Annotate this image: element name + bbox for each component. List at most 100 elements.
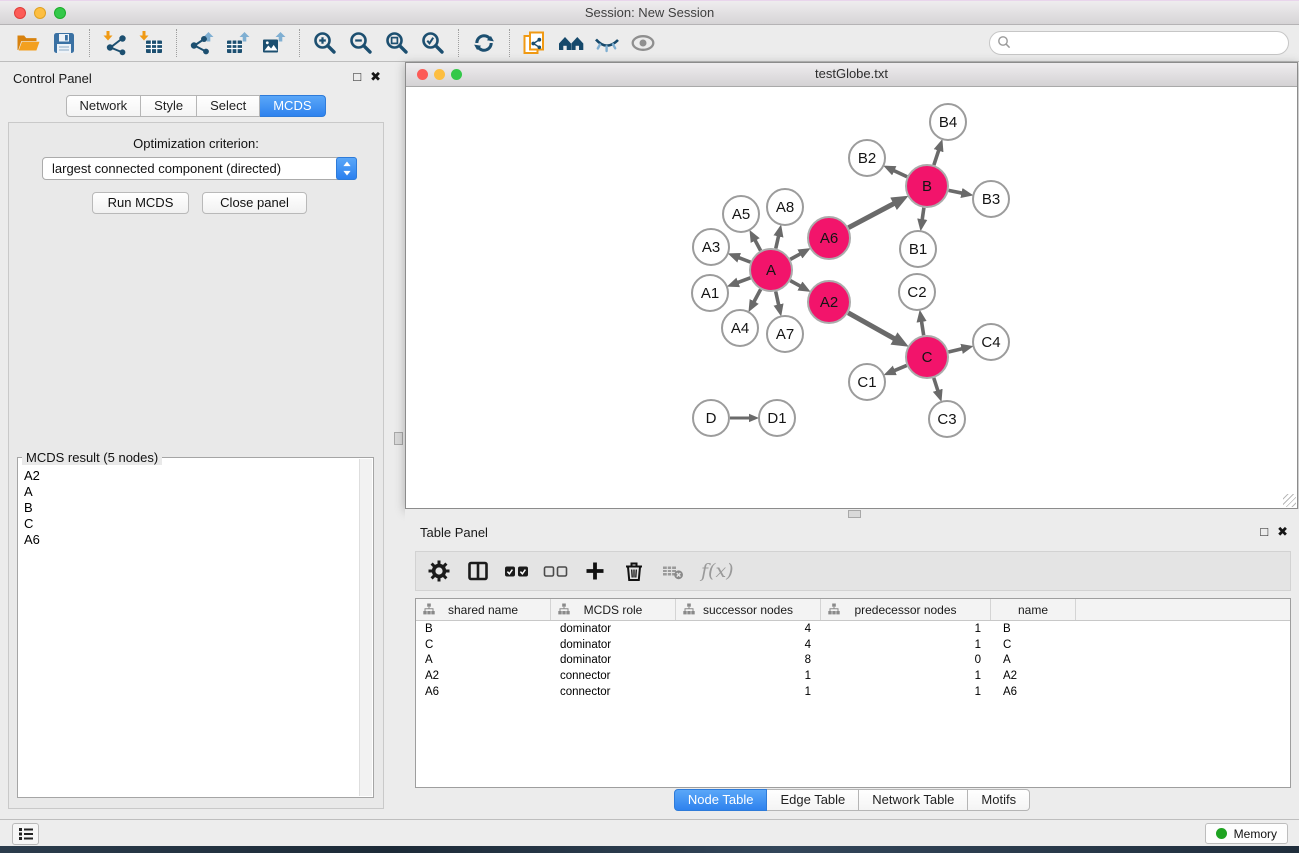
graph-edge-A-A8[interactable] xyxy=(776,235,779,248)
divider-handle[interactable] xyxy=(394,432,403,445)
import-table-button[interactable] xyxy=(133,28,169,58)
zoom-view-icon[interactable] xyxy=(451,69,462,80)
close-window-icon[interactable] xyxy=(14,7,26,19)
select-all-columns-button[interactable] xyxy=(502,556,532,586)
float-panel-icon[interactable]: □ xyxy=(1260,524,1268,539)
float-panel-icon[interactable]: □ xyxy=(353,69,361,84)
graph-node-A1[interactable]: A1 xyxy=(692,275,728,311)
minimize-view-icon[interactable] xyxy=(434,69,445,80)
create-column-button[interactable] xyxy=(580,556,610,586)
tab-mcds[interactable]: MCDS xyxy=(260,95,325,117)
graph-edge-C-C2[interactable] xyxy=(921,321,923,335)
graph-edge-A-A1[interactable] xyxy=(737,278,750,283)
network-canvas[interactable]: B4B2BB3B1C2A5A8A6A3AA1A2A4A7CC4C1C3DD1 xyxy=(406,87,1297,508)
graph-node-C2[interactable]: C2 xyxy=(899,274,935,310)
vertical-split-divider[interactable] xyxy=(391,62,405,819)
graph-node-A2[interactable]: A2 xyxy=(808,281,850,323)
duplicate-network-button[interactable] xyxy=(517,28,553,58)
combo-stepper-icon[interactable] xyxy=(336,157,357,180)
minimize-window-icon[interactable] xyxy=(34,7,46,19)
graph-node-C[interactable]: C xyxy=(906,336,948,378)
run-mcds-button[interactable]: Run MCDS xyxy=(92,192,189,214)
graph-edge-C-C4[interactable] xyxy=(948,349,962,352)
export-table-button[interactable] xyxy=(220,28,256,58)
result-item[interactable]: A2 xyxy=(22,468,357,484)
result-item[interactable]: A6 xyxy=(22,532,357,548)
graph-node-A3[interactable]: A3 xyxy=(693,229,729,265)
close-panel-icon[interactable]: ✖ xyxy=(1277,524,1288,539)
zoom-out-button[interactable] xyxy=(343,28,379,58)
graph-edge-C-C1[interactable] xyxy=(894,365,907,370)
criterion-select[interactable]: largest connected component (directed) xyxy=(42,157,357,180)
tab-network-table[interactable]: Network Table xyxy=(859,789,968,811)
table-row[interactable]: A2connector11A2 xyxy=(416,668,1290,684)
graph-node-C4[interactable]: C4 xyxy=(973,324,1009,360)
graph-edge-B-B2[interactable] xyxy=(893,170,907,176)
tab-node-table[interactable]: Node Table xyxy=(674,789,768,811)
horizontal-split-divider[interactable] xyxy=(405,509,1299,518)
graph-node-A[interactable]: A xyxy=(750,249,792,291)
result-scrollbar[interactable] xyxy=(359,459,372,796)
graph-edge-A-A3[interactable] xyxy=(738,257,750,262)
network-graph[interactable]: B4B2BB3B1C2A5A8A6A3AA1A2A4A7CC4C1C3DD1 xyxy=(406,87,1297,508)
graph-edge-B-B4[interactable] xyxy=(934,150,939,165)
save-session-button[interactable] xyxy=(46,28,82,58)
graph-edge-A-A7[interactable] xyxy=(776,291,779,305)
graph-edge-A2-C[interactable] xyxy=(848,313,895,339)
zoom-selected-button[interactable] xyxy=(415,28,451,58)
open-file-button[interactable] xyxy=(10,28,46,58)
graph-node-A4[interactable]: A4 xyxy=(722,310,758,346)
graph-node-B[interactable]: B xyxy=(906,165,948,207)
style-visibility-button[interactable] xyxy=(589,28,625,58)
table-row[interactable]: Bdominator41B xyxy=(416,621,1290,637)
graphics-details-button[interactable] xyxy=(625,28,661,58)
column-header-shared-name[interactable]: shared name xyxy=(416,599,551,620)
export-image-button[interactable] xyxy=(256,28,292,58)
console-log-button[interactable] xyxy=(12,823,39,845)
result-item[interactable]: C xyxy=(22,516,357,532)
graph-edge-B-B1[interactable] xyxy=(922,208,924,220)
graph-node-B3[interactable]: B3 xyxy=(973,181,1009,217)
close-panel-icon[interactable]: ✖ xyxy=(370,69,381,84)
graph-node-B4[interactable]: B4 xyxy=(930,104,966,140)
resize-grip-icon[interactable] xyxy=(1283,494,1296,507)
table-row[interactable]: A6connector11A6 xyxy=(416,684,1290,700)
graph-edge-A-A2[interactable] xyxy=(790,281,801,287)
zoom-fit-button[interactable] xyxy=(379,28,415,58)
graph-edge-A-A4[interactable] xyxy=(754,289,761,302)
search-input[interactable] xyxy=(989,31,1289,55)
birdseye-view-button[interactable] xyxy=(553,28,589,58)
close-panel-button[interactable]: Close panel xyxy=(202,192,307,214)
tab-select[interactable]: Select xyxy=(197,95,260,117)
memory-button[interactable]: Memory xyxy=(1205,823,1288,844)
divider-handle[interactable] xyxy=(848,510,861,518)
graph-node-A8[interactable]: A8 xyxy=(767,189,803,225)
tab-network[interactable]: Network xyxy=(65,95,141,117)
zoom-in-button[interactable] xyxy=(307,28,343,58)
graph-edge-A-A5[interactable] xyxy=(755,240,761,251)
export-network-button[interactable] xyxy=(184,28,220,58)
zoom-window-icon[interactable] xyxy=(54,7,66,19)
table-row[interactable]: Adominator80A xyxy=(416,652,1290,668)
refresh-layout-button[interactable] xyxy=(466,28,502,58)
show-columns-button[interactable] xyxy=(463,556,493,586)
table-row[interactable]: Cdominator41C xyxy=(416,637,1290,653)
graph-node-B1[interactable]: B1 xyxy=(900,231,936,267)
graph-edge-C-C3[interactable] xyxy=(934,378,938,391)
import-network-button[interactable] xyxy=(97,28,133,58)
graph-edge-B-B3[interactable] xyxy=(949,190,963,193)
delete-column-button[interactable] xyxy=(619,556,649,586)
column-header-successor-nodes[interactable]: successor nodes xyxy=(676,599,821,620)
graph-node-A5[interactable]: A5 xyxy=(723,196,759,232)
graph-edge-A6-B[interactable] xyxy=(848,203,894,228)
graph-node-A6[interactable]: A6 xyxy=(808,217,850,259)
graph-node-D1[interactable]: D1 xyxy=(759,400,795,436)
tab-edge-table[interactable]: Edge Table xyxy=(767,789,859,811)
close-view-icon[interactable] xyxy=(417,69,428,80)
graph-node-B2[interactable]: B2 xyxy=(849,140,885,176)
tab-style[interactable]: Style xyxy=(141,95,197,117)
graph-node-C1[interactable]: C1 xyxy=(849,364,885,400)
column-header-MCDS-role[interactable]: MCDS role xyxy=(551,599,676,620)
graph-edge-A-A6[interactable] xyxy=(790,254,801,260)
deselect-all-columns-button[interactable] xyxy=(541,556,571,586)
